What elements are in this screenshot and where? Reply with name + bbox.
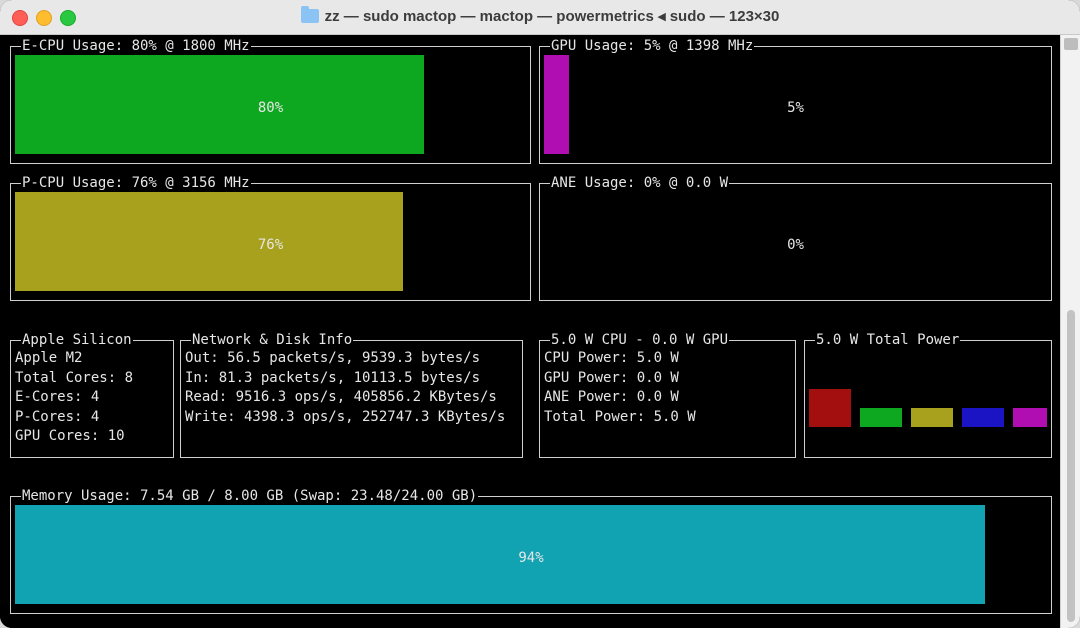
power-bar: [962, 408, 1004, 427]
total-power-title: 5.0 W Total Power: [815, 332, 961, 348]
network-line: Write: 4398.3 ops/s, 252747.3 KBytes/s: [185, 408, 506, 425]
pcpu-gauge-label: 76%: [257, 237, 284, 253]
pcpu-gauge-title: P-CPU Usage: 76% @ 3156 MHz: [21, 175, 251, 191]
power-bar: [1013, 408, 1047, 427]
memory-gauge-label: 94%: [518, 550, 544, 566]
scroll-up-icon[interactable]: [1064, 38, 1078, 50]
scrollbar[interactable]: [1060, 35, 1080, 628]
gpu-gauge-label: 5%: [787, 100, 804, 116]
ane-gauge: ANE Usage: 0% @ 0.0 W 0%: [539, 175, 1052, 301]
power-line: GPU Power: 0.0 W: [544, 369, 679, 386]
pcpu-gauge: P-CPU Usage: 76% @ 3156 MHz 76%: [10, 175, 531, 301]
network-line: Out: 56.5 packets/s, 9539.3 bytes/s: [185, 350, 481, 366]
power-bar: [911, 408, 953, 427]
network-disk-title: Network & Disk Info: [191, 332, 354, 348]
network-line: Read: 9516.3 ops/s, 405856.2 KBytes/s: [185, 389, 497, 405]
network-line: In: 81.3 packets/s, 10113.5 bytes/s: [185, 369, 481, 386]
power-panel-title: 5.0 W CPU - 0.0 W GPU: [550, 332, 730, 348]
window-title-text: zz — sudo mactop — mactop — powermetrics…: [324, 8, 780, 25]
memory-gauge: Memory Usage: 7.54 GB / 8.00 GB (Swap: 2…: [10, 488, 1052, 614]
memory-gauge-title: Memory Usage: 7.54 GB / 8.00 GB (Swap: 2…: [21, 488, 479, 504]
ecpu-gauge-title: E-CPU Usage: 80% @ 1800 MHz: [21, 38, 251, 54]
scroll-thumb[interactable]: [1067, 310, 1075, 622]
power-line: Total Power: 5.0 W: [544, 408, 696, 425]
silicon-line: P-Cores: 4: [15, 408, 100, 425]
gpu-gauge: GPU Usage: 5% @ 1398 MHz 5%: [539, 38, 1052, 164]
silicon-line: Apple M2: [15, 350, 83, 366]
title-bar: zz — sudo mactop — mactop — powermetrics…: [0, 0, 1080, 35]
power-line: ANE Power: 0.0 W: [544, 389, 679, 405]
ecpu-gauge-label: 80%: [257, 100, 284, 116]
apple-silicon-title: Apple Silicon: [21, 332, 133, 348]
power-line: CPU Power: 5.0 W: [544, 350, 679, 366]
silicon-line: GPU Cores: 10: [15, 428, 125, 444]
ecpu-gauge: E-CPU Usage: 80% @ 1800 MHz 80%: [10, 38, 531, 164]
power-panel: 5.0 W CPU - 0.0 W GPU CPU Power: 5.0 W G…: [539, 332, 796, 458]
ane-gauge-title: ANE Usage: 0% @ 0.0 W: [550, 175, 730, 191]
terminal-window: zz — sudo mactop — mactop — powermetrics…: [0, 0, 1080, 628]
total-power-panel: 5.0 W Total Power: [804, 332, 1052, 458]
terminal-content[interactable]: E-CPU Usage: 80% @ 1800 MHz 80% GPU Usag…: [0, 35, 1060, 628]
network-disk-panel: Network & Disk Info Out: 56.5 packets/s,…: [180, 332, 523, 458]
folder-icon: [300, 6, 319, 23]
silicon-line: Total Cores: 8: [15, 369, 134, 386]
power-bar: [809, 389, 851, 427]
ane-gauge-label: 0%: [787, 237, 804, 253]
power-bar: [860, 408, 902, 427]
silicon-line: E-Cores: 4: [15, 389, 100, 405]
gpu-gauge-title: GPU Usage: 5% @ 1398 MHz: [550, 38, 755, 54]
apple-silicon-panel: Apple Silicon Apple M2 Total Cores: 8 E-…: [10, 332, 174, 458]
window-title: zz — sudo mactop — mactop — powermetrics…: [0, 0, 1080, 34]
